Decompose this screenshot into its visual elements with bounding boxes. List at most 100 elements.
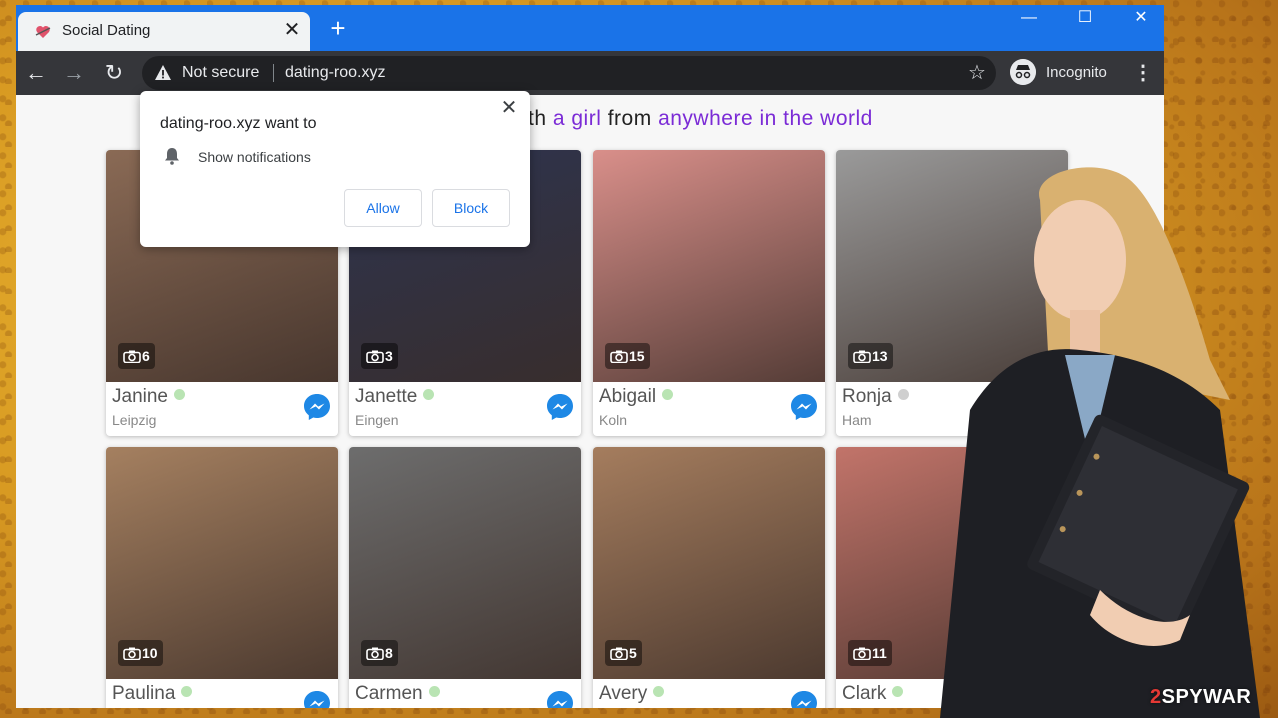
bookmark-star-icon[interactable]: ☆: [964, 60, 990, 86]
maximize-icon[interactable]: ☐: [1060, 5, 1110, 33]
photo-count-badge: 11: [848, 640, 892, 666]
url-text[interactable]: dating-roo.xyz: [285, 64, 386, 82]
tab-title: Social Dating: [62, 22, 151, 39]
profile-name: Carmen: [355, 683, 423, 704]
profile-name: Abigail: [599, 386, 657, 407]
popup-permission-text: Show notifications: [198, 149, 311, 165]
camera-icon: [123, 350, 141, 363]
bell-icon: [165, 148, 179, 165]
close-window-icon[interactable]: ✕: [1116, 5, 1164, 33]
photo-count: 13: [872, 348, 888, 364]
profile-name: Janine: [112, 386, 168, 407]
online-status-dot: [428, 686, 440, 697]
camera-icon: [366, 350, 384, 363]
profile-name: Ronja: [842, 386, 892, 407]
watermark-logo: 2SPYWAR: [1150, 686, 1251, 709]
browser-menu-icon[interactable]: ⋮: [1132, 59, 1154, 87]
photo-count-badge: 5: [605, 640, 642, 666]
profile-name-row[interactable]: Janine: [112, 386, 185, 408]
profile-name: Avery: [599, 683, 648, 704]
profile-city: Ham: [842, 412, 872, 428]
messenger-icon[interactable]: [545, 689, 575, 708]
incognito-label: Incognito: [1046, 64, 1107, 81]
tab-close-icon[interactable]: ✕: [280, 18, 304, 42]
notification-permission-popup: dating-roo.xyz want to ✕ Show notificati…: [140, 91, 530, 247]
camera-icon: [123, 647, 141, 660]
online-status-dot: [662, 389, 674, 400]
tab-social-dating[interactable]: Social Dating ✕: [18, 12, 310, 51]
camera-icon: [853, 350, 871, 363]
camera-icon: [610, 350, 628, 363]
photo-count: 5: [629, 645, 637, 661]
profile-card[interactable]: 8 Carmen: [349, 447, 581, 708]
photo-count: 10: [142, 645, 158, 661]
profile-name: Clark: [842, 683, 887, 704]
popup-title: dating-roo.xyz want to: [160, 115, 317, 132]
messenger-icon[interactable]: [302, 392, 332, 422]
site-favicon-icon: [35, 26, 51, 38]
photo-count-badge: 10: [118, 640, 163, 666]
profile-card[interactable]: 15 Abigail Koln: [593, 150, 825, 436]
omnibox-divider: [273, 64, 274, 82]
profile-card[interactable]: 10 Paulina: [106, 447, 338, 708]
messenger-icon[interactable]: [545, 392, 575, 422]
profile-name-row[interactable]: Janette: [355, 386, 435, 408]
online-status-dot: [653, 686, 665, 697]
online-status-dot: [181, 686, 193, 697]
popup-close-icon[interactable]: ✕: [496, 95, 522, 121]
photo-count: 15: [629, 348, 645, 364]
profile-name-row[interactable]: Abigail: [599, 386, 674, 408]
headline-middle: from: [601, 107, 659, 130]
profile-name-row[interactable]: Clark: [842, 683, 904, 705]
profile-city: Leipzig: [112, 412, 157, 428]
online-status-dot: [897, 389, 909, 400]
page-headline: th a girl from anywhere in the world: [528, 107, 873, 131]
reload-icon[interactable]: ↻: [100, 59, 128, 87]
forward-icon[interactable]: →: [60, 59, 88, 87]
photo-count: 11: [872, 645, 887, 661]
camera-icon: [853, 647, 871, 660]
profile-city: Eingen: [355, 412, 399, 428]
photo-count-badge: 8: [361, 640, 398, 666]
headline-prefix: th: [528, 107, 553, 130]
profile-name-row[interactable]: Paulina: [112, 683, 193, 705]
new-tab-button[interactable]: +: [324, 14, 352, 42]
profile-name: Paulina: [112, 683, 176, 704]
security-status[interactable]: Not secure: [182, 64, 259, 82]
messenger-icon[interactable]: [789, 392, 819, 422]
incognito-indicator[interactable]: Incognito: [1006, 56, 1118, 90]
messenger-icon[interactable]: [302, 689, 332, 708]
headline-accent-world: anywhere in the world: [658, 107, 873, 130]
back-icon[interactable]: ←: [22, 59, 50, 87]
online-status-dot: [892, 686, 904, 697]
photo-count-badge: 3: [361, 343, 398, 369]
profile-card[interactable]: 5 Avery: [593, 447, 825, 708]
browser-toolbar: ← → ↻ Not secure dating-roo.xyz ☆ Incogn…: [16, 51, 1164, 95]
profile-name: Janette: [355, 386, 418, 407]
photo-count-badge: 6: [118, 343, 155, 369]
address-bar[interactable]: Not secure dating-roo.xyz ☆: [142, 56, 996, 90]
minimize-icon[interactable]: —: [1004, 5, 1054, 33]
watermark-text: SPYWAR: [1161, 686, 1252, 708]
block-button[interactable]: Block: [432, 189, 510, 227]
photo-count: 3: [385, 348, 393, 364]
camera-icon: [610, 647, 628, 660]
photo-count-badge: 15: [605, 343, 650, 369]
messenger-icon[interactable]: [789, 689, 819, 708]
watermark-number: 2: [1150, 686, 1162, 708]
profile-name-row[interactable]: Carmen: [355, 683, 440, 705]
headline-accent-girl: a girl: [552, 107, 602, 130]
warning-icon: [155, 65, 171, 80]
allow-button[interactable]: Allow: [344, 189, 422, 227]
photo-count: 6: [142, 348, 150, 364]
online-status-dot: [174, 389, 185, 400]
online-status-dot: [423, 389, 435, 400]
incognito-icon: [1010, 59, 1036, 85]
businesswoman-image: [940, 167, 1260, 718]
profile-name-row[interactable]: Avery: [599, 683, 665, 705]
tab-strip: Social Dating ✕ + — ☐ ✕: [16, 5, 1164, 51]
profile-city: Koln: [599, 412, 628, 428]
profile-name-row[interactable]: Ronja: [842, 386, 909, 408]
photo-count-badge: 13: [848, 343, 893, 369]
photo-count: 8: [385, 645, 393, 661]
